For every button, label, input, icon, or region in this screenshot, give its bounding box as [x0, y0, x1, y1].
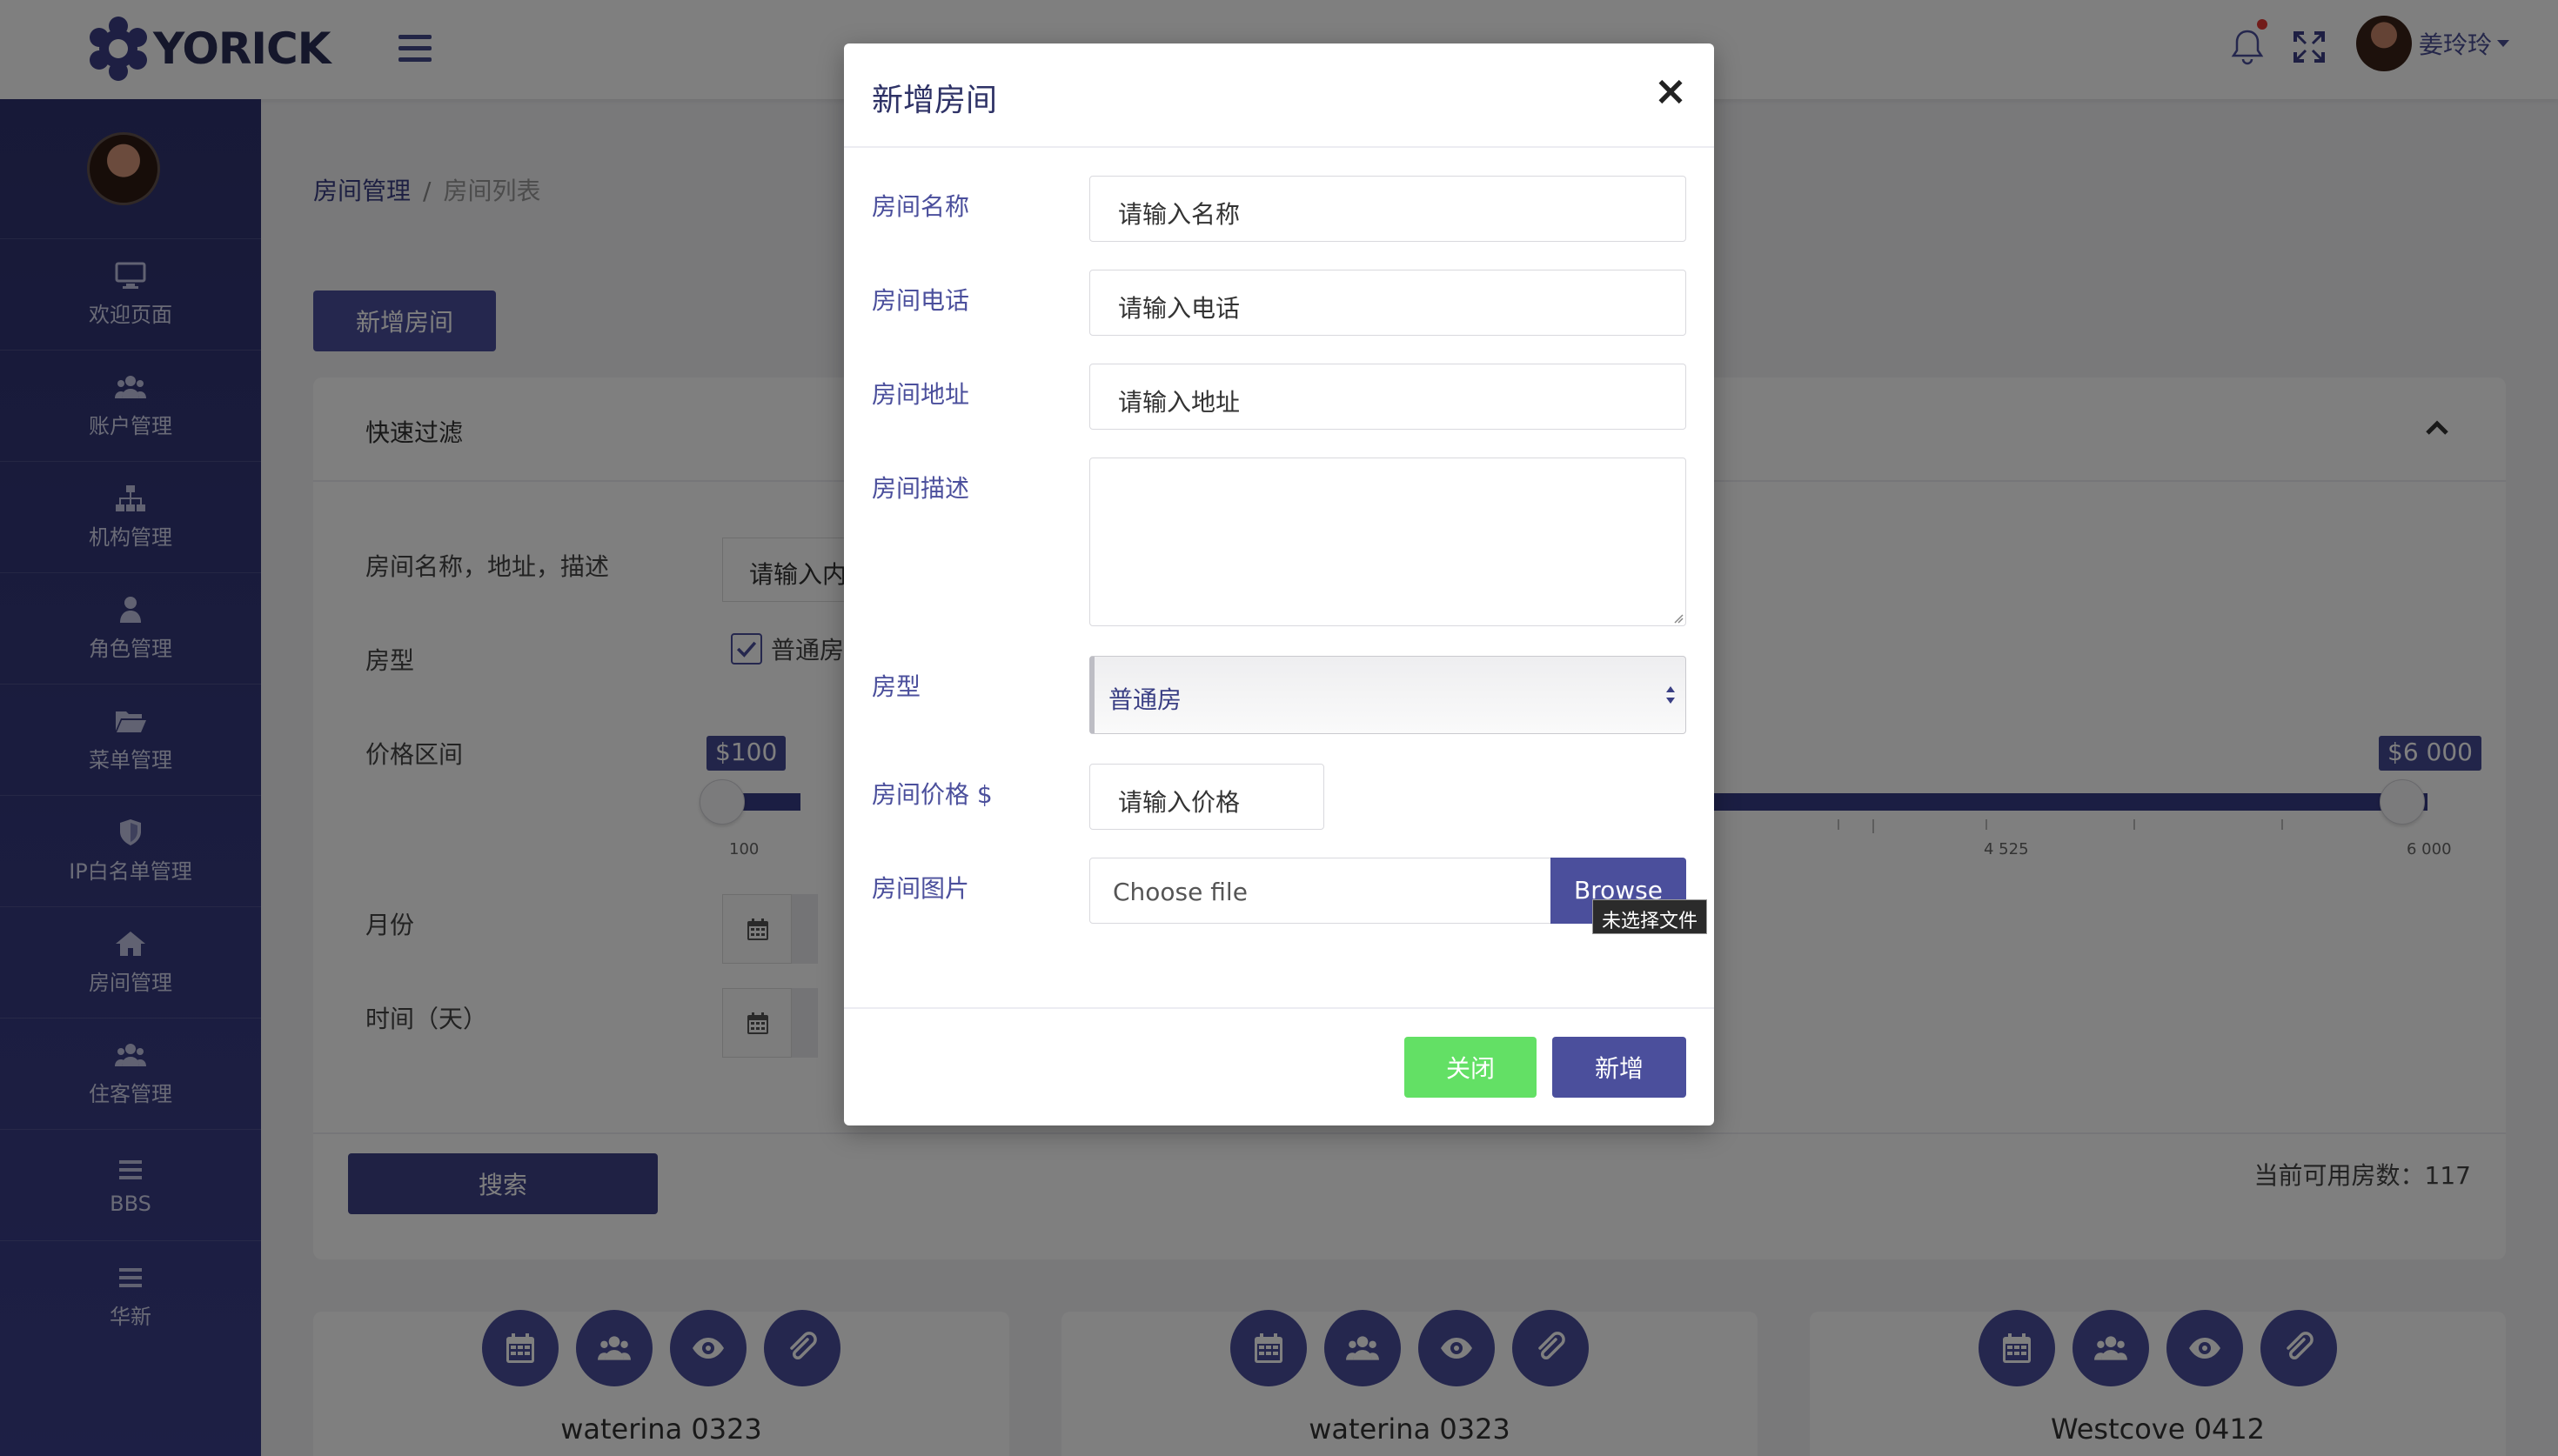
modal-footer-divider: [844, 1007, 1714, 1009]
room-type-selected: 普通房: [1108, 685, 1182, 714]
file-input-placeholder: Choose file: [1113, 878, 1248, 906]
room-name-input[interactable]: 请输入名称: [1089, 176, 1686, 242]
room-phone-label: 房间电话: [872, 286, 970, 315]
room-price-label: 房间价格 $: [872, 780, 993, 809]
resize-handle-icon[interactable]: [1673, 613, 1684, 624]
file-tooltip: 未选择文件: [1592, 899, 1708, 934]
modal-title: 新增房间: [872, 83, 998, 118]
room-name-label: 房间名称: [872, 192, 970, 221]
room-type-label: 房型: [872, 672, 921, 701]
add-room-modal: 新增房间 × 房间名称 请输入名称 房间电话 请输入电话 房间地址 请输入地址 …: [844, 43, 1714, 1125]
close-button[interactable]: 关闭: [1404, 1037, 1537, 1098]
room-phone-input[interactable]: 请输入电话: [1089, 270, 1686, 336]
room-address-input[interactable]: 请输入地址: [1089, 364, 1686, 430]
room-description-textarea[interactable]: [1089, 458, 1686, 626]
room-type-select[interactable]: 普通房: [1089, 656, 1686, 734]
room-description-label: 房间描述: [872, 474, 970, 503]
modal-header: 新增房间 ×: [844, 43, 1714, 148]
room-image-label: 房间图片: [872, 874, 970, 903]
submit-add-button[interactable]: 新增: [1552, 1037, 1686, 1098]
room-address-label: 房间地址: [872, 380, 970, 409]
select-arrows-icon: [1666, 686, 1675, 704]
room-price-input[interactable]: 请输入价格: [1089, 764, 1324, 830]
close-icon[interactable]: ×: [1653, 70, 1688, 110]
